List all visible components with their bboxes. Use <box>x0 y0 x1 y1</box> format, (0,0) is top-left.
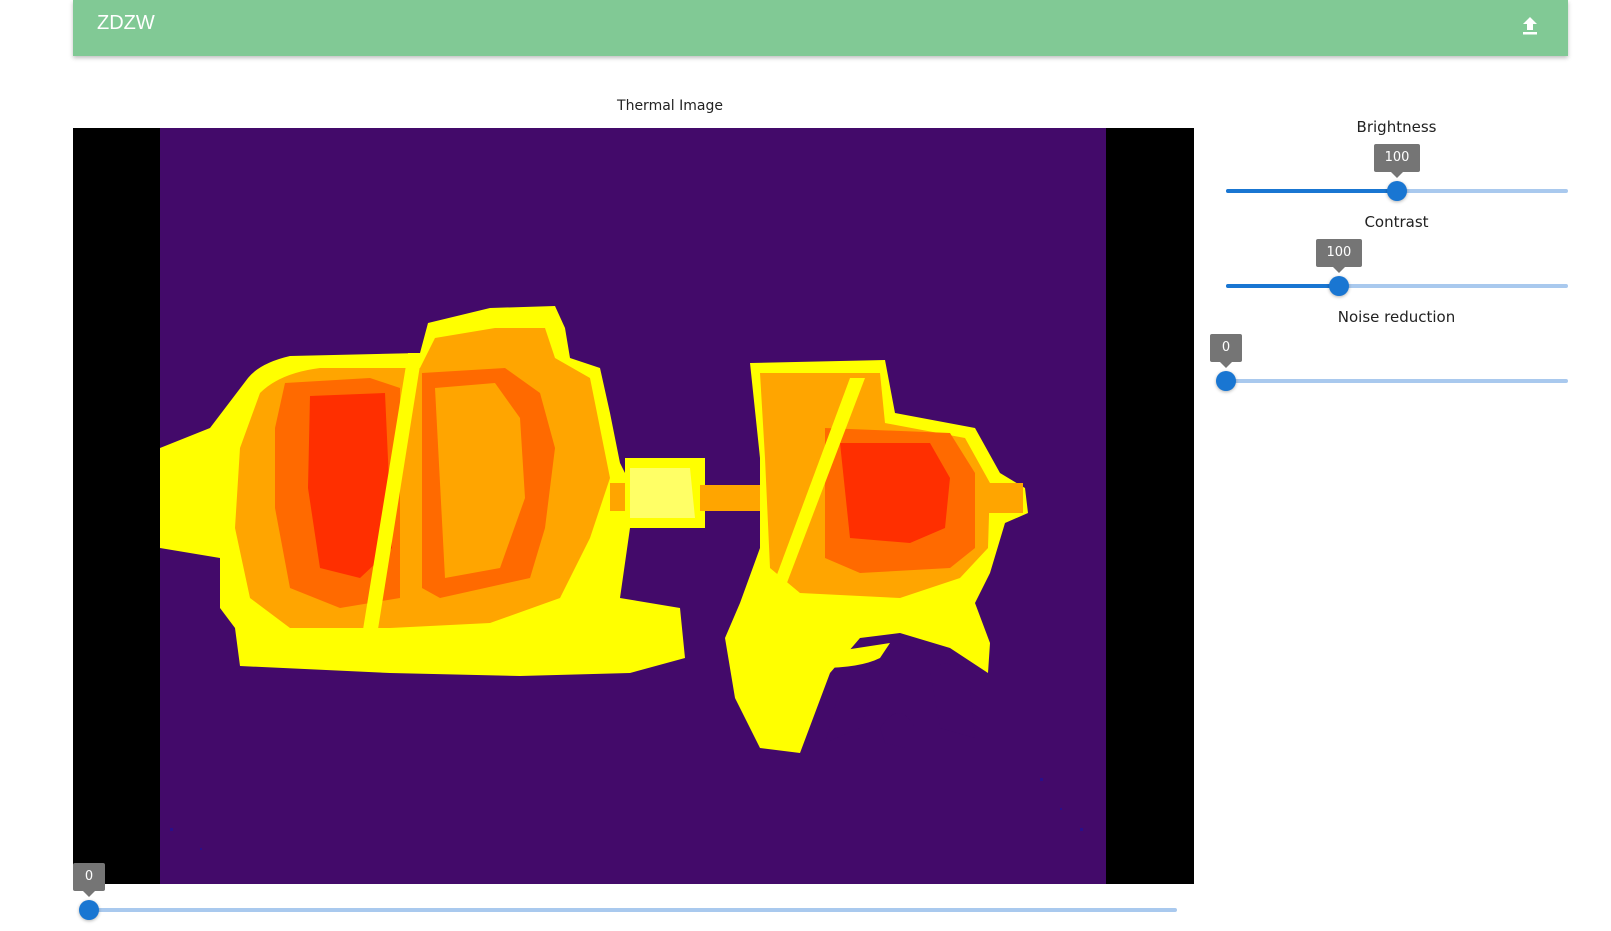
brightness-label: Brightness <box>1356 118 1437 136</box>
app-bar: ZDZW <box>73 0 1568 56</box>
noise-reduction-label: Noise reduction <box>1337 308 1456 326</box>
brightness-slider-track <box>1226 189 1397 193</box>
noise-reduction-slider-rail[interactable] <box>1226 379 1568 383</box>
contrast-slider[interactable]: 100 <box>1226 239 1568 301</box>
contrast-value: 100 <box>1315 239 1362 273</box>
brightness-value: 100 <box>1374 144 1420 178</box>
frame-slider-thumb[interactable] <box>79 900 99 920</box>
brightness-slider[interactable]: 100 <box>1226 144 1568 206</box>
noise-reduction-slider[interactable]: 0 <box>1210 334 1568 396</box>
contrast-label: Contrast <box>1364 213 1429 231</box>
noise-reduction-slider-thumb[interactable] <box>1216 371 1236 391</box>
frame-slider[interactable]: 0 <box>73 863 1177 925</box>
thermal-image-frame <box>73 128 1194 884</box>
noise-reduction-value: 0 <box>1210 334 1242 368</box>
app-title: ZDZW <box>97 12 155 34</box>
contrast-slider-track <box>1226 284 1339 288</box>
upload-icon <box>1523 17 1537 35</box>
frame-slider-value: 0 <box>73 863 105 897</box>
upload-button[interactable] <box>1516 11 1544 41</box>
contrast-slider-thumb[interactable] <box>1328 276 1349 296</box>
frame-slider-rail[interactable] <box>89 908 1177 912</box>
brightness-slider-thumb[interactable] <box>1387 181 1407 201</box>
thermal-image <box>160 128 1106 884</box>
image-title: Thermal Image <box>617 98 723 114</box>
